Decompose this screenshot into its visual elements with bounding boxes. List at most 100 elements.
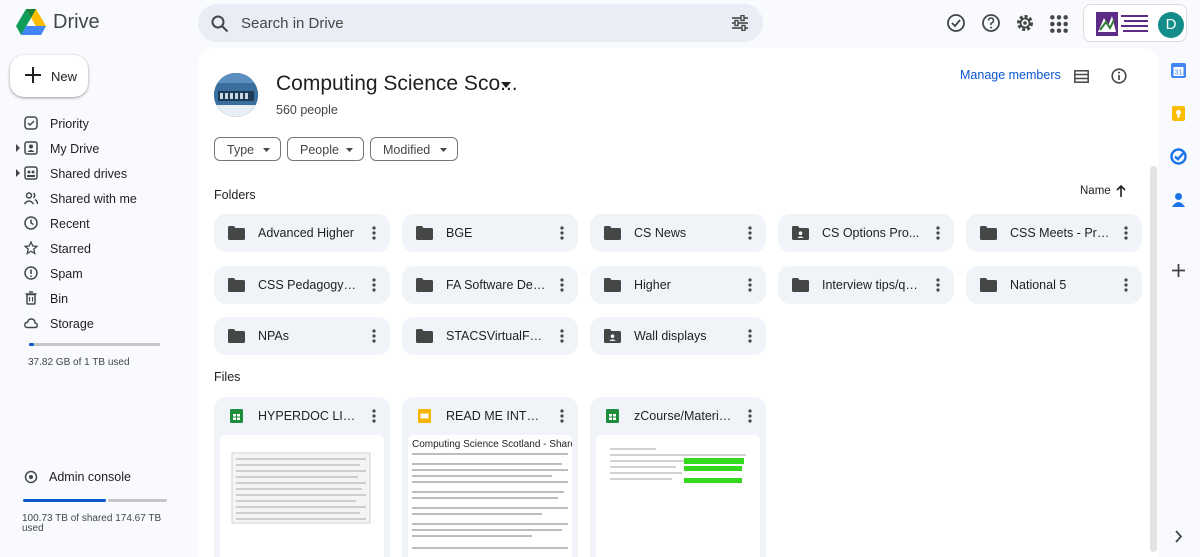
search-icon[interactable] <box>211 15 229 33</box>
sidebar-item-shared-with-me[interactable]: Shared with me <box>0 188 190 210</box>
folder-tile[interactable]: Higher <box>590 266 766 304</box>
sidebar-item-recent[interactable]: Recent <box>0 213 190 235</box>
folder-name: Higher <box>634 278 671 292</box>
tasks-icon[interactable] <box>1170 148 1187 165</box>
chevron-down-icon <box>440 148 447 152</box>
ready-for-offline-icon[interactable] <box>946 13 966 33</box>
folder-tile[interactable]: CSS Meets - Pre... <box>966 214 1142 252</box>
folder-tile[interactable]: CS News <box>590 214 766 252</box>
contacts-icon[interactable] <box>1170 191 1187 208</box>
drive-logo[interactable]: Drive <box>16 9 100 35</box>
sidebar-item-storage[interactable]: Storage <box>0 313 190 335</box>
sidebar-item-my-drive[interactable]: My Drive <box>0 138 190 160</box>
more-vert-icon[interactable] <box>748 409 752 423</box>
filter-modified[interactable]: Modified <box>370 137 458 161</box>
calendar-icon[interactable]: 31 <box>1170 62 1187 79</box>
folder-tile[interactable]: STACSVirtualFe... <box>402 317 578 355</box>
info-icon[interactable] <box>1111 68 1127 84</box>
folder-tile[interactable]: CSS Pedagogy L... <box>214 266 390 304</box>
keep-icon[interactable] <box>1170 105 1187 122</box>
search-bar[interactable]: Search in Drive <box>198 4 763 42</box>
apps-grid-icon[interactable] <box>1049 14 1069 34</box>
sidebar-item-label: Priority <box>50 117 89 131</box>
more-vert-icon[interactable] <box>1124 226 1128 240</box>
folder-name: CSS Meets - Pre... <box>1010 226 1110 240</box>
help-icon[interactable] <box>981 13 1001 33</box>
expand-caret-icon[interactable] <box>15 144 21 152</box>
manage-members-button[interactable]: Manage members <box>960 68 1061 82</box>
sidebar-item-label: Recent <box>50 217 90 231</box>
settings-icon[interactable] <box>1015 13 1035 33</box>
files-heading: Files <box>214 370 241 384</box>
account-switcher[interactable]: D <box>1083 4 1187 42</box>
shared-storage-meter-fill <box>23 499 106 502</box>
chevron-right-icon[interactable] <box>1170 528 1187 545</box>
circuit-board-image <box>214 73 258 117</box>
file-card[interactable]: READ ME INTRO... Computing Science Scotl… <box>402 397 578 557</box>
page-title[interactable]: Computing Science Sco... <box>276 72 518 96</box>
more-vert-icon[interactable] <box>372 409 376 423</box>
more-vert-icon[interactable] <box>1124 278 1128 292</box>
folder-name: FA Software Dev... <box>446 278 546 292</box>
sidebar-item-starred[interactable]: Starred <box>0 238 190 260</box>
title-dropdown-icon[interactable] <box>501 82 511 88</box>
drive-logo-icon <box>16 9 46 35</box>
new-button[interactable]: New <box>10 55 88 97</box>
preview-text-line <box>412 535 532 537</box>
file-card[interactable]: zCourse/Materia... <box>590 397 766 557</box>
list-view-icon[interactable] <box>1074 70 1089 83</box>
scrollbar[interactable] <box>1150 166 1157 552</box>
main-content: Computing Science Sco... 560 people Mana… <box>198 48 1158 557</box>
more-vert-icon[interactable] <box>372 278 376 292</box>
trash-icon <box>25 291 37 305</box>
more-vert-icon[interactable] <box>560 278 564 292</box>
google-slides-icon <box>418 409 431 423</box>
sidebar-item-label: My Drive <box>50 142 100 156</box>
folder-tile[interactable]: FA Software Dev... <box>402 266 578 304</box>
sidebar-item-label: Bin <box>50 292 69 306</box>
preview-text-line <box>412 463 562 465</box>
get-add-ons-icon[interactable] <box>1170 262 1187 279</box>
arrow-up-icon[interactable] <box>1116 185 1126 197</box>
search-options-icon[interactable] <box>731 15 749 31</box>
sidebar-item-bin[interactable]: Bin <box>0 288 190 310</box>
search-input[interactable]: Search in Drive <box>241 15 344 32</box>
folder-tile[interactable]: Interview tips/qu... <box>778 266 954 304</box>
folder-tile[interactable]: CS Options Pro... <box>778 214 954 252</box>
avatar[interactable]: D <box>1158 12 1184 38</box>
clock-icon <box>24 216 38 230</box>
sidebar-item-shared-drives[interactable]: Shared drives <box>0 163 190 185</box>
app-name: Drive <box>53 10 100 33</box>
more-vert-icon[interactable] <box>936 278 940 292</box>
filter-type[interactable]: Type <box>214 137 281 161</box>
sidebar-item-label: Shared with me <box>50 192 137 206</box>
preview-text-line <box>412 481 568 483</box>
folder-tile[interactable]: BGE <box>402 214 578 252</box>
folder-tile[interactable]: NPAs <box>214 317 390 355</box>
more-vert-icon[interactable] <box>748 226 752 240</box>
folder-name: National 5 <box>1010 278 1067 292</box>
more-vert-icon[interactable] <box>560 329 564 343</box>
file-card[interactable]: HYPERDOC LIN... <box>214 397 390 557</box>
folder-tile[interactable]: Wall displays <box>590 317 766 355</box>
expand-caret-icon[interactable] <box>15 169 21 177</box>
more-vert-icon[interactable] <box>372 329 376 343</box>
sidebar-item-priority[interactable]: Priority <box>0 113 190 135</box>
sort-by-name-button[interactable]: Name <box>1080 185 1111 197</box>
file-preview: Computing Science Scotland - Shared Driv… <box>408 435 572 557</box>
sidebar-item-spam[interactable]: Spam <box>0 263 190 285</box>
folder-tile[interactable]: National 5 <box>966 266 1142 304</box>
more-vert-icon[interactable] <box>748 278 752 292</box>
shared-drive-image <box>214 73 258 117</box>
more-vert-icon[interactable] <box>560 409 564 423</box>
filter-people[interactable]: People <box>287 137 364 161</box>
more-vert-icon[interactable] <box>748 329 752 343</box>
more-vert-icon[interactable] <box>372 226 376 240</box>
preview-title: Computing Science Scotland - Shared Driv… <box>412 439 572 450</box>
more-vert-icon[interactable] <box>560 226 564 240</box>
admin-console-link[interactable]: Admin console <box>22 468 182 486</box>
more-vert-icon[interactable] <box>936 226 940 240</box>
folder-tile[interactable]: Advanced Higher <box>214 214 390 252</box>
google-sheets-icon <box>606 409 619 423</box>
shared-storage-text: 100.73 TB of shared 174.67 TB used <box>22 513 162 534</box>
